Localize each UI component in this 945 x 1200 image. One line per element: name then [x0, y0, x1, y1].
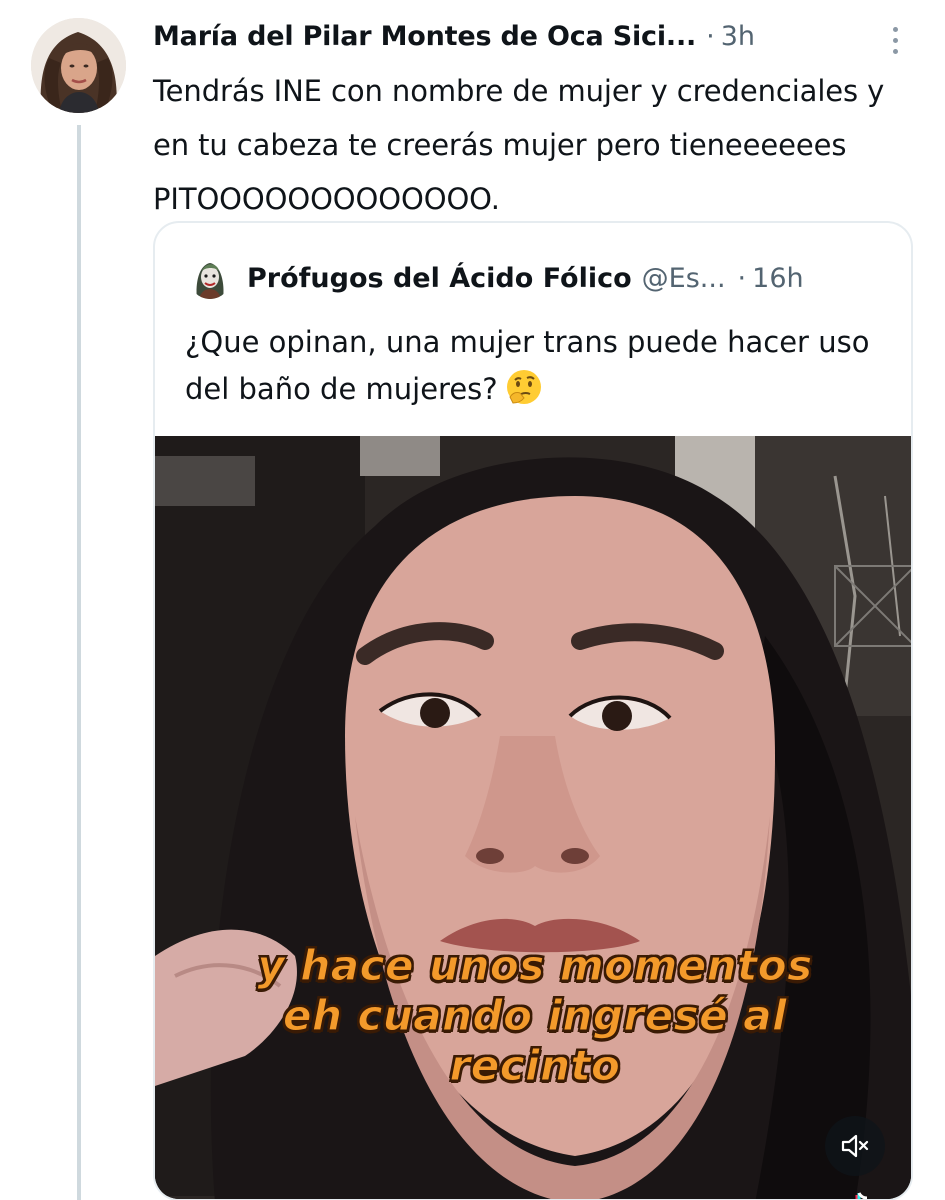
quoted-meta-separator: ·	[737, 262, 747, 294]
tweet-header: María del Pilar Montes de Oca Sici... · …	[153, 16, 913, 56]
more-dot	[892, 26, 898, 32]
more-options-icon[interactable]	[880, 20, 910, 60]
tweet-timestamp[interactable]: 3h	[721, 21, 755, 52]
thread-line	[77, 125, 81, 1200]
video-caption: y hace unos momentos eh cuando ingresé a…	[155, 941, 911, 1091]
more-dot	[892, 48, 898, 54]
quoted-tweet-timestamp[interactable]: 16h	[752, 263, 803, 294]
more-dot	[892, 37, 898, 43]
tiktok-logo-icon	[855, 1192, 868, 1199]
thinking-face-icon	[506, 370, 541, 404]
quoted-tweet-card[interactable]: Prófugos del Ácido Fólico @Es... · 16h ¿…	[153, 221, 913, 1200]
caption-line: eh cuando ingresé al	[283, 991, 788, 1041]
quoted-author-name[interactable]: Prófugos del Ácido Fólico	[247, 263, 632, 294]
caption-line: recinto	[449, 1041, 621, 1091]
caption-line: y hace unos momentos	[257, 941, 813, 991]
tweet-text: Tendrás INE con nombre de mujer y creden…	[153, 74, 885, 216]
quoted-tweet-header: Prófugos del Ácido Fólico @Es... · 16h	[189, 253, 889, 303]
quoted-author-handle[interactable]: @Es...	[642, 263, 726, 294]
quoted-tweet-text: ¿Que opinan, una mujer trans puede hacer…	[185, 319, 885, 413]
author-name[interactable]: María del Pilar Montes de Oca Sici...	[153, 21, 696, 52]
video-thumbnail[interactable]: y hace unos momentos eh cuando ingresé a…	[155, 436, 911, 1199]
meta-separator: ·	[706, 20, 715, 52]
quoted-author-avatar[interactable]	[189, 257, 231, 299]
tweet-page: María del Pilar Montes de Oca Sici... · …	[0, 0, 945, 1200]
speaker-muted-icon[interactable]	[825, 1116, 885, 1176]
author-avatar[interactable]	[31, 18, 126, 113]
